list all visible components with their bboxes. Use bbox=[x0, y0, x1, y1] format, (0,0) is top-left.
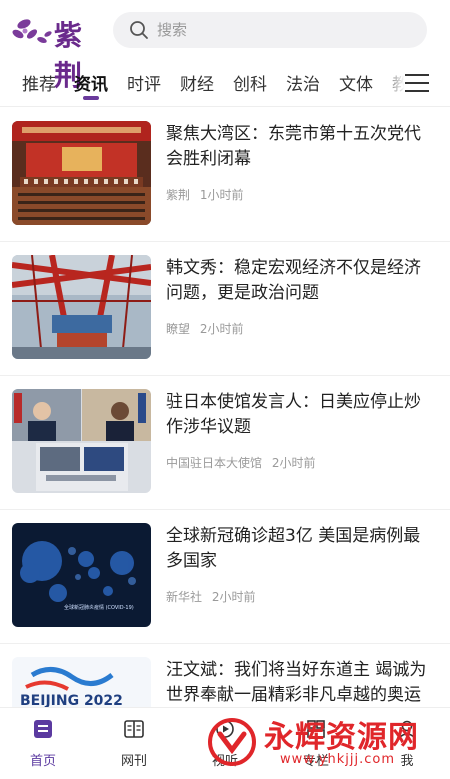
watermark-logo-icon bbox=[208, 718, 256, 766]
watermark-url: www.yhkjjj.com bbox=[280, 752, 396, 767]
menu-icon[interactable] bbox=[405, 72, 431, 94]
app-header: 紫荆 bbox=[0, 0, 450, 92]
news-meta: 瞭望 2小时前 bbox=[166, 320, 249, 337]
tab-commentary[interactable]: 时评 bbox=[127, 70, 161, 95]
news-title[interactable]: 驻日本使馆发言人：日美应停止炒作涉华议题 bbox=[166, 390, 432, 440]
news-item[interactable]: 聚焦大湾区：东莞市第十五次党代会胜利闭幕 紫荆 1小时前 bbox=[0, 108, 450, 242]
news-title[interactable]: 韩文秀：稳定宏观经济不仅是经济问题，更是政治问题 bbox=[166, 256, 432, 306]
news-time: 2小时前 bbox=[199, 322, 244, 336]
news-thumbnail bbox=[12, 389, 151, 493]
tab-law[interactable]: 法治 bbox=[286, 70, 320, 95]
bauhinia-flower-icon bbox=[12, 19, 52, 43]
home-icon bbox=[34, 720, 52, 738]
news-item[interactable]: 驻日本使馆发言人：日美应停止炒作涉华议题 中国驻日本大使馆 2小时前 bbox=[0, 376, 450, 510]
news-item[interactable]: 全球新冠肺炎疫情 (COVID-19) 全球新冠确诊超3亿 美国是病例最多国家 … bbox=[0, 510, 450, 644]
category-tabs: 推荐 资讯 时评 财经 创科 法治 文体 教 bbox=[0, 62, 450, 106]
news-thumbnail: 全球新冠肺炎疫情 (COVID-19) bbox=[12, 523, 151, 627]
nav-home[interactable]: 首页 bbox=[13, 718, 73, 769]
nav-magazine[interactable]: 网刊 bbox=[104, 718, 164, 769]
tab-tech[interactable]: 创科 bbox=[233, 70, 267, 95]
tab-culture-sports[interactable]: 文体 bbox=[339, 70, 373, 95]
nav-home-label: 首页 bbox=[29, 754, 56, 769]
thumb-caption: 全球新冠肺炎疫情 (COVID-19) bbox=[64, 604, 134, 611]
news-thumbnail bbox=[12, 255, 151, 359]
news-time: 1小时前 bbox=[199, 188, 244, 202]
news-time: 2小时前 bbox=[271, 456, 316, 470]
news-time: 2小时前 bbox=[211, 590, 256, 604]
news-thumbnail bbox=[12, 121, 151, 225]
tab-news[interactable]: 资讯 bbox=[74, 70, 108, 95]
news-source: 中国驻日本大使馆 bbox=[166, 456, 263, 470]
search-input[interactable] bbox=[157, 21, 407, 39]
search-bar[interactable] bbox=[113, 12, 427, 48]
active-tab-indicator bbox=[83, 96, 99, 100]
news-item[interactable]: 韩文秀：稳定宏观经济不仅是经济问题，更是政治问题 瞭望 2小时前 bbox=[0, 242, 450, 376]
news-source: 瞭望 bbox=[166, 322, 191, 336]
tab-finance[interactable]: 财经 bbox=[180, 70, 214, 95]
nav-magazine-label: 网刊 bbox=[120, 754, 147, 769]
news-source: 紫荆 bbox=[166, 188, 191, 202]
news-source: 新华社 bbox=[166, 590, 203, 604]
watermark-text: 永辉资源网 bbox=[264, 720, 419, 755]
watermark: 永辉资源网 www.yhkjjj.com bbox=[206, 712, 446, 774]
search-icon bbox=[130, 21, 148, 39]
news-meta: 新华社 2小时前 bbox=[166, 588, 261, 605]
magazine-icon bbox=[124, 720, 144, 738]
news-meta: 中国驻日本大使馆 2小时前 bbox=[166, 454, 321, 471]
app-logo[interactable]: 紫荆 bbox=[10, 8, 102, 92]
divider bbox=[0, 106, 450, 107]
news-title[interactable]: 聚焦大湾区：东莞市第十五次党代会胜利闭幕 bbox=[166, 122, 432, 172]
news-title[interactable]: 全球新冠确诊超3亿 美国是病例最多国家 bbox=[166, 524, 432, 574]
news-meta: 紫荆 1小时前 bbox=[166, 186, 249, 203]
tab-recommend[interactable]: 推荐 bbox=[22, 70, 56, 95]
